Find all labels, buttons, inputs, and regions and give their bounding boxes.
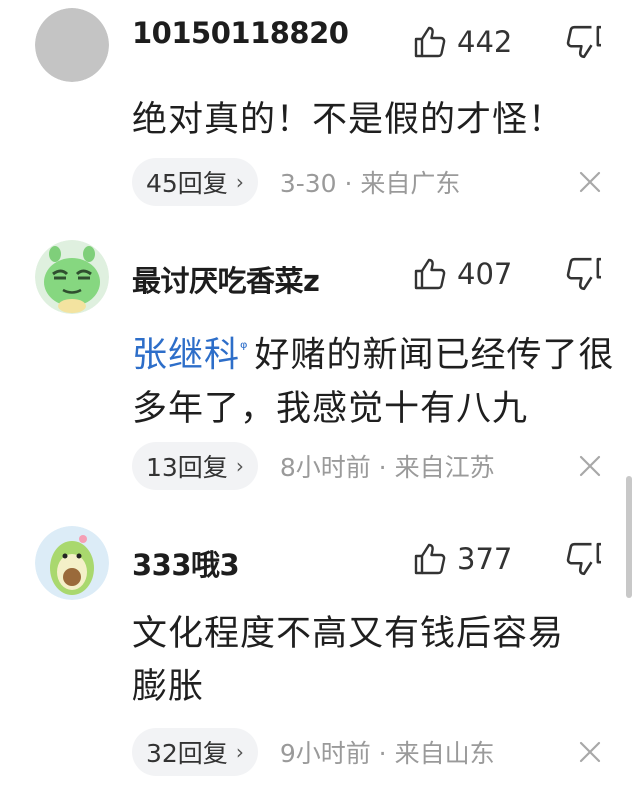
username[interactable]: 10150118820 <box>132 16 349 50</box>
timestamp: 8小时前 <box>279 453 371 482</box>
like-count: 442 <box>457 25 513 59</box>
thumbs-up-icon <box>414 26 446 58</box>
close-icon[interactable] <box>578 740 602 764</box>
reply-count: 13回复 <box>146 453 228 482</box>
thumbs-up-icon <box>414 258 446 290</box>
meta-separator: · <box>336 169 361 198</box>
time-location: 3-30 · 来自广东 <box>280 164 461 200</box>
like-button[interactable]: 407 <box>413 254 512 294</box>
thumbs-up-icon <box>414 543 446 575</box>
comment-text: 绝对真的！不是假的才怪！ <box>132 100 565 140</box>
chevron-right-icon: › <box>235 740 244 764</box>
avatar[interactable] <box>35 526 109 600</box>
chevron-right-icon: › <box>235 170 244 194</box>
location: 来自江苏 <box>394 453 495 482</box>
meta-separator: · <box>370 739 395 768</box>
scrollbar[interactable] <box>626 476 632 598</box>
timestamp: 9小时前 <box>279 739 371 768</box>
dislike-button[interactable] <box>565 541 606 579</box>
meta-separator: · <box>370 453 395 482</box>
mention-link[interactable]: 张继科 <box>132 336 240 376</box>
avatar[interactable] <box>35 8 109 82</box>
close-icon[interactable] <box>578 454 602 478</box>
search-icon: ᵠ <box>240 338 249 359</box>
dislike-button[interactable] <box>565 256 606 294</box>
reply-count-button[interactable]: 45回复 › <box>132 158 258 206</box>
reply-count: 45回复 <box>146 169 228 198</box>
time-location: 9小时前 · 来自山东 <box>280 734 495 770</box>
time-location: 8小时前 · 来自江苏 <box>280 448 495 484</box>
username[interactable]: 333哦3 <box>132 542 240 584</box>
location: 来自广东 <box>360 169 461 198</box>
thumbs-down-icon <box>566 25 606 59</box>
thumbs-down-icon <box>566 542 606 576</box>
location: 来自山东 <box>394 739 495 768</box>
thumbs-down-icon <box>566 257 606 291</box>
reply-count-button[interactable]: 32回复 › <box>132 728 258 776</box>
reply-count: 32回复 <box>146 739 228 768</box>
comment-meta: 32回复 › 9小时前 · 来自山东 <box>132 728 495 776</box>
like-button[interactable]: 377 <box>413 539 512 579</box>
reply-count-button[interactable]: 13回复 › <box>132 442 258 490</box>
comment-meta: 13回复 › 8小时前 · 来自江苏 <box>132 442 495 490</box>
dislike-button[interactable] <box>565 24 606 62</box>
comment-text: 张继科ᵠ 好赌的新闻已经传了很多年了，我感觉十有八九 <box>132 335 615 429</box>
close-icon[interactable] <box>578 170 602 194</box>
timestamp: 3-30 <box>279 169 337 198</box>
username[interactable]: 最讨厌吃香菜z <box>132 258 320 300</box>
like-count: 407 <box>457 257 513 291</box>
avatar[interactable] <box>35 240 109 314</box>
like-button[interactable]: 442 <box>413 22 512 62</box>
comment-meta: 45回复 › 3-30 · 来自广东 <box>132 158 460 206</box>
like-count: 377 <box>457 542 513 576</box>
chevron-right-icon: › <box>235 454 244 478</box>
comment-text: 文化程度不高又有钱后容易膨胀 <box>132 614 565 707</box>
